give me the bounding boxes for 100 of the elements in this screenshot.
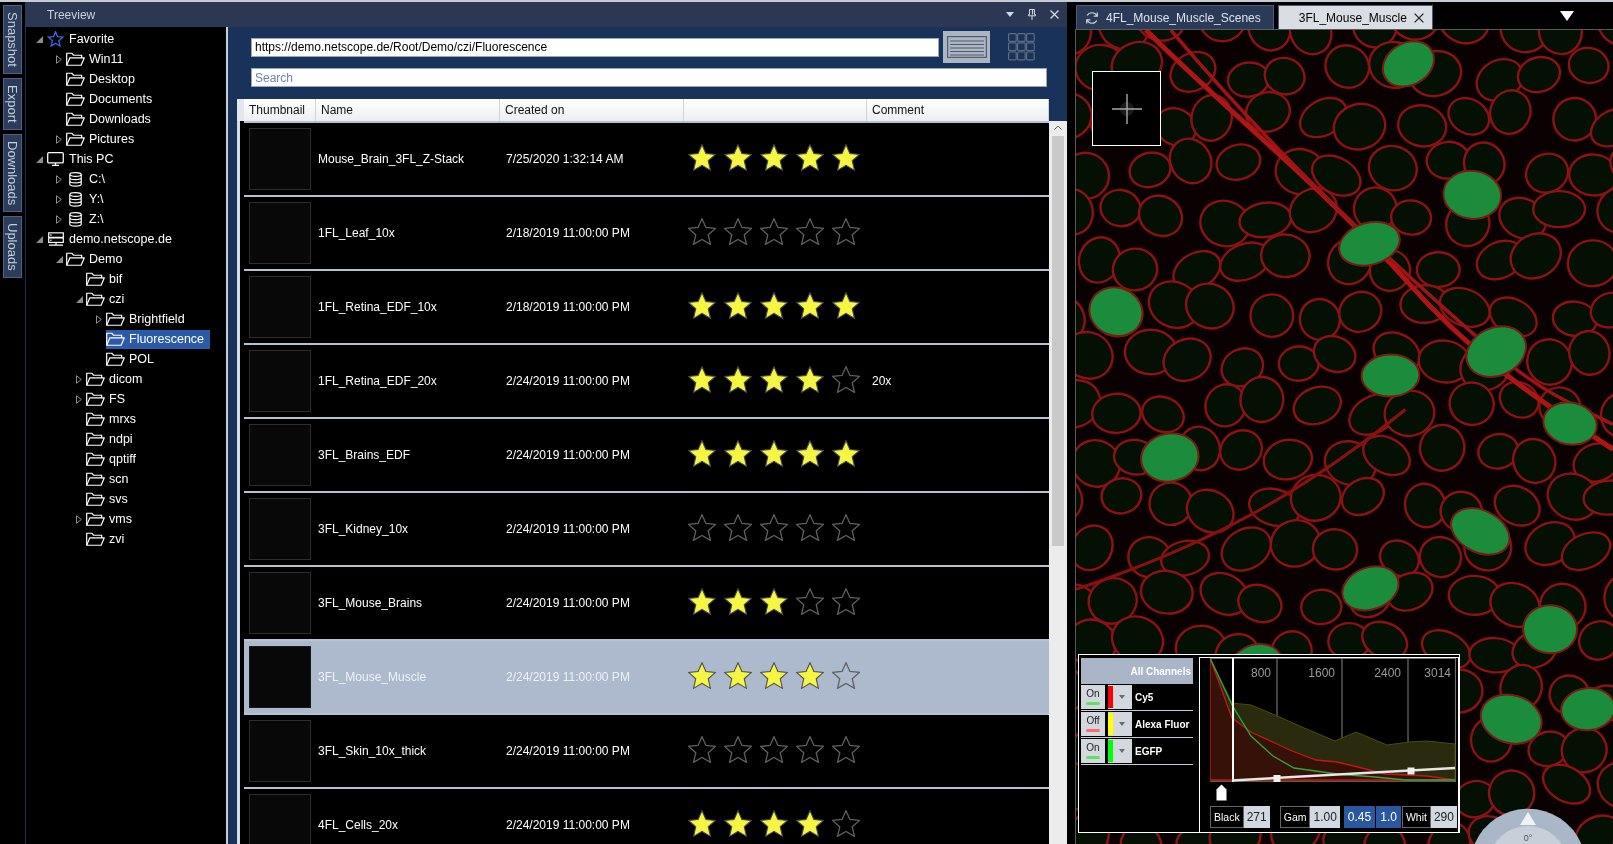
side-tab[interactable]: Export: [3, 77, 22, 130]
image-viewer[interactable]: All Channels On Cy5 Off Alexa Fluor On EGFP 800 1600 2400 3014 Black 271 Gam 1.00 0.45 1.0 Whit 290 0°: [1075, 29, 1613, 844]
curve-handle[interactable]: [1407, 767, 1415, 775]
caret-right-icon[interactable]: [56, 54, 62, 64]
star-icon[interactable]: [832, 440, 860, 467]
star-rating[interactable]: [688, 292, 860, 319]
star-rating[interactable]: [688, 440, 860, 467]
caret-right-icon[interactable]: [56, 134, 62, 144]
caret-down-icon[interactable]: [35, 155, 43, 163]
star-icon[interactable]: [796, 588, 824, 615]
rotation-dial[interactable]: [1474, 808, 1582, 844]
tree-item[interactable]: Favorite: [46, 29, 121, 49]
side-tab[interactable]: Downloads: [3, 133, 22, 212]
refresh-icon[interactable]: [1085, 10, 1099, 25]
caret-down-icon[interactable]: [35, 235, 43, 243]
tree-item[interactable]: Y:\: [66, 189, 110, 209]
star-icon[interactable]: [760, 292, 788, 319]
overview-navigator[interactable]: [1092, 71, 1161, 146]
caret-down-icon[interactable]: [35, 35, 43, 43]
channel-toggle-button[interactable]: Off: [1081, 712, 1105, 736]
star-icon[interactable]: [832, 588, 860, 615]
tree-item[interactable]: zvi: [86, 529, 131, 549]
star-rating[interactable]: [688, 514, 860, 541]
preset-button[interactable]: 0.45: [1343, 805, 1376, 828]
star-icon[interactable]: [724, 588, 752, 615]
star-icon[interactable]: [724, 662, 752, 689]
table-row[interactable]: 3FL_Skin_10x_thick 2/24/2019 11:00:00 PM: [244, 713, 1049, 787]
star-icon[interactable]: [832, 292, 860, 319]
star-icon[interactable]: [832, 218, 860, 245]
curve-handle[interactable]: [1273, 775, 1281, 782]
tree-item[interactable]: Pictures: [66, 129, 141, 149]
tree-item[interactable]: svs: [86, 489, 134, 509]
search-field[interactable]: Search: [251, 68, 1047, 87]
star-icon[interactable]: [688, 810, 716, 837]
star-icon[interactable]: [724, 736, 752, 763]
caret-right-icon[interactable]: [76, 394, 82, 404]
color-picker-button[interactable]: [1108, 739, 1132, 763]
side-tab[interactable]: Snapshot: [3, 5, 22, 74]
channel-toggle-button[interactable]: On: [1081, 739, 1105, 763]
lower-limit-field[interactable]: 271: [1243, 805, 1270, 828]
star-icon[interactable]: [760, 514, 788, 541]
level-marker-line[interactable]: [1232, 658, 1234, 782]
star-icon[interactable]: [796, 292, 824, 319]
star-rating[interactable]: [688, 736, 860, 763]
star-icon[interactable]: [688, 144, 716, 171]
star-icon[interactable]: [796, 440, 824, 467]
column-header[interactable]: Created on: [500, 99, 684, 121]
scroll-up-icon[interactable]: [1054, 125, 1062, 130]
star-icon[interactable]: [724, 366, 752, 393]
preset-button[interactable]: 1.0: [1376, 805, 1401, 828]
tree-item[interactable]: czi: [86, 289, 131, 309]
star-icon[interactable]: [688, 366, 716, 393]
tree-item[interactable]: Brightfield: [106, 309, 191, 329]
star-icon[interactable]: [760, 736, 788, 763]
gamma-field[interactable]: 1.00: [1310, 805, 1340, 828]
caret-down-icon[interactable]: [75, 295, 83, 303]
star-rating[interactable]: [688, 588, 860, 615]
tree-item[interactable]: FS: [86, 389, 131, 409]
caret-right-icon[interactable]: [56, 174, 62, 184]
tree-item[interactable]: demo.netscope.de: [46, 229, 178, 249]
tree-item[interactable]: qptiff: [86, 449, 142, 469]
tree-item[interactable]: dicom: [86, 369, 149, 389]
tree-item[interactable]: Win11: [66, 49, 130, 69]
star-icon[interactable]: [688, 736, 716, 763]
channel-toggle-button[interactable]: On: [1081, 685, 1105, 709]
caret-right-icon[interactable]: [56, 194, 62, 204]
star-icon[interactable]: [832, 736, 860, 763]
document-tab[interactable]: 4FL_Mouse_Muscle_Scenes: [1076, 5, 1274, 29]
caret-right-icon[interactable]: [76, 374, 82, 384]
star-icon[interactable]: [760, 662, 788, 689]
star-icon[interactable]: [796, 662, 824, 689]
table-row[interactable]: 3FL_Kidney_10x 2/24/2019 11:00:00 PM: [244, 491, 1049, 565]
table-row[interactable]: 1FL_Retina_EDF_20x 2/24/2019 11:00:00 PM 20x: [244, 343, 1049, 417]
star-icon[interactable]: [724, 810, 752, 837]
tree-item[interactable]: POL: [106, 349, 160, 369]
tree-item[interactable]: This PC: [46, 149, 120, 169]
star-icon[interactable]: [688, 662, 716, 689]
scrollbar[interactable]: [1049, 121, 1067, 844]
document-tab[interactable]: 3FL_Mouse_Muscle: [1277, 5, 1433, 29]
table-row[interactable]: 1FL_Retina_EDF_10x 2/18/2019 11:00:00 PM: [244, 269, 1049, 343]
tree-item[interactable]: Desktop: [66, 69, 141, 89]
table-row[interactable]: 4FL_Cells_20x 2/24/2019 11:00:00 PM: [244, 787, 1049, 844]
table-row[interactable]: Mouse_Brain_3FL_Z-Stack 7/25/2020 1:32:14 AM: [244, 121, 1049, 195]
star-rating[interactable]: [688, 366, 860, 393]
url-field[interactable]: https://demo.netscope.de/Root/Demo/czi/Fluorescence: [251, 37, 939, 57]
star-icon[interactable]: [760, 588, 788, 615]
caret-right-icon[interactable]: [56, 214, 62, 224]
star-icon[interactable]: [760, 810, 788, 837]
close-icon[interactable]: [1413, 12, 1424, 23]
color-picker-button[interactable]: [1108, 712, 1132, 736]
caret-right-icon[interactable]: [76, 514, 82, 524]
tree-item[interactable]: Documents: [66, 89, 159, 109]
view-mode-button[interactable]: [943, 31, 990, 63]
tree-item[interactable]: Demo: [66, 249, 129, 269]
tree-item[interactable]: Fluorescence: [106, 329, 211, 349]
scrollbar-thumb[interactable]: [1052, 136, 1064, 546]
column-header[interactable]: Thumbnail: [244, 99, 316, 121]
star-icon[interactable]: [688, 292, 716, 319]
side-tab[interactable]: Uploads: [3, 215, 22, 278]
star-icon[interactable]: [796, 366, 824, 393]
